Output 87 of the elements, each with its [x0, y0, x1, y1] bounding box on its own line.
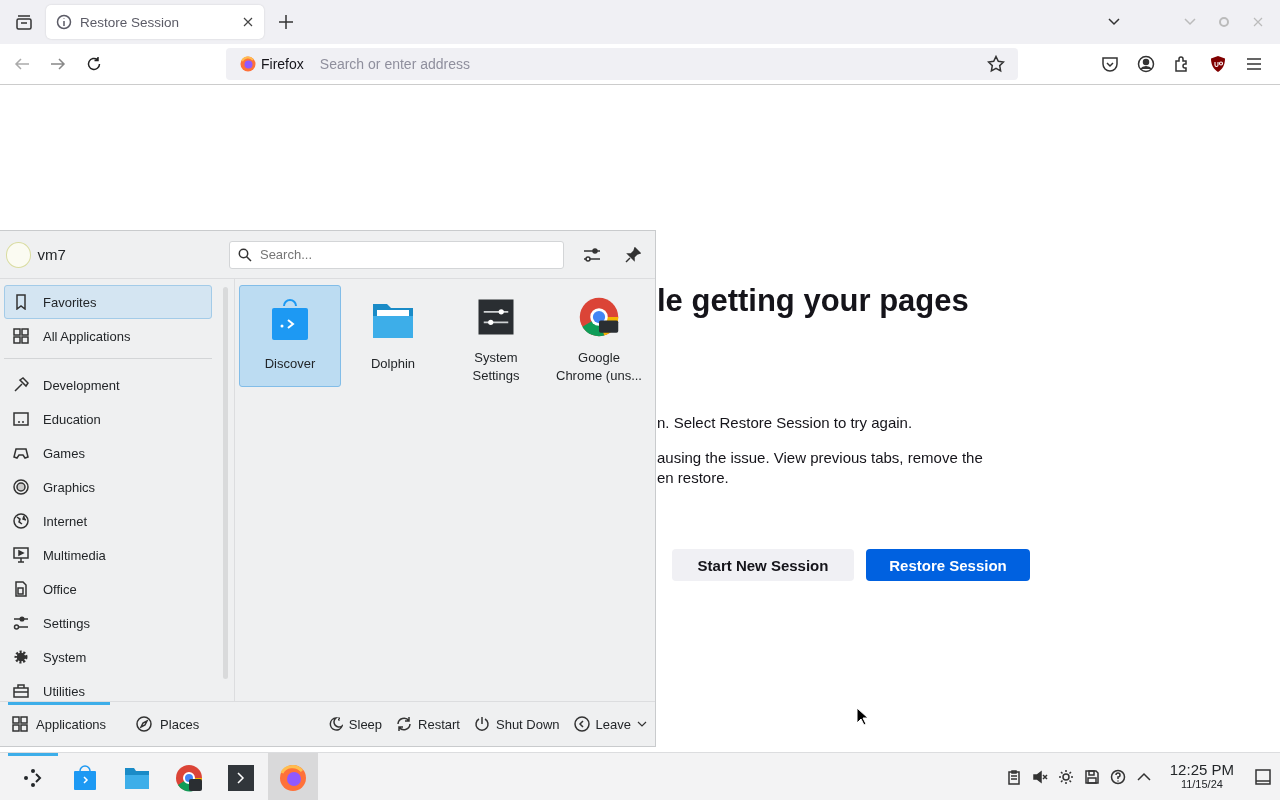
- tray-button[interactable]: [1057, 768, 1074, 785]
- clipboard-icon: [1005, 768, 1022, 785]
- leave-icon: [573, 716, 590, 732]
- restore-session-button[interactable]: Restore Session: [866, 549, 1030, 581]
- help-icon: [1109, 768, 1126, 785]
- close-icon: [1252, 16, 1264, 28]
- clock[interactable]: 12:25 PM 11/15/24: [1169, 762, 1234, 791]
- category-item[interactable]: Utilities: [4, 674, 212, 701]
- toolbox-icon: [13, 683, 29, 699]
- grid-icon: [12, 716, 28, 732]
- screen-icon: [13, 411, 29, 427]
- session-action-button[interactable]: Sleep: [326, 716, 383, 732]
- brightness-icon: [1057, 768, 1074, 785]
- app-tile[interactable]: System Settings: [445, 285, 547, 387]
- gear-icon: [13, 649, 29, 665]
- menu-icon: [1245, 55, 1263, 73]
- footer-tab[interactable]: Places: [132, 702, 204, 746]
- browser-tab[interactable]: Restore Session: [46, 5, 264, 39]
- firefox-logo-icon: [240, 56, 256, 72]
- session-action-button[interactable]: Restart: [396, 716, 460, 732]
- paragraph: ausing the issue. View previous tabs, remove the en restore.: [657, 448, 984, 488]
- tab-list-icon: [15, 14, 33, 30]
- grid-icon: [13, 328, 29, 344]
- account-icon: [1137, 55, 1155, 73]
- category-item[interactable]: Games: [4, 436, 212, 470]
- paragraph: n. Select Restore Session to try again.: [657, 413, 914, 433]
- pin-icon: [625, 246, 642, 263]
- sliders-icon: [13, 615, 29, 631]
- document-icon: [13, 581, 29, 597]
- star-icon: [987, 55, 1005, 73]
- monitor-play-icon: [13, 547, 29, 563]
- browser-logo-icon: [175, 764, 203, 792]
- tray-button[interactable]: [1031, 768, 1048, 785]
- terminal-icon: [227, 764, 255, 792]
- tray-button[interactable]: [1083, 768, 1100, 785]
- forward-arrow-icon: [50, 56, 66, 72]
- hammer-icon: [13, 377, 29, 393]
- category-item[interactable]: Favorites: [4, 285, 212, 319]
- category-item[interactable]: Development: [4, 368, 212, 402]
- firefox-logo-icon: [279, 764, 307, 792]
- identity-button[interactable]: Firefox: [234, 55, 312, 73]
- category-item[interactable]: Internet: [4, 504, 212, 538]
- pocket-icon: [1101, 55, 1119, 73]
- page-heading: le getting your pages: [657, 283, 970, 319]
- globe-icon: [13, 513, 29, 529]
- session-action-button[interactable]: Shut Down: [474, 716, 560, 732]
- shield-icon: [1209, 55, 1227, 73]
- tray-button[interactable]: [1109, 768, 1126, 785]
- muted-speaker-icon: [1031, 768, 1048, 785]
- app-tile[interactable]: Google Chrome (uns...: [548, 285, 650, 387]
- category-item[interactable]: Graphics: [4, 470, 212, 504]
- address-bar[interactable]: Firefox Search or enter address: [226, 48, 1018, 80]
- chevron-down-icon: [637, 720, 647, 728]
- search-icon: [237, 247, 252, 262]
- desktop-icon: [1254, 767, 1272, 786]
- start-new-session-button[interactable]: Start New Session: [672, 549, 854, 581]
- maximize-icon: [1218, 16, 1230, 28]
- show-desktop-button[interactable]: [1254, 767, 1272, 786]
- search-input[interactable]: Search...: [257, 246, 556, 263]
- sliders-icon: [583, 246, 601, 263]
- user-name: vm7: [37, 246, 67, 263]
- minimize-icon: [1183, 17, 1197, 27]
- chevron-down-icon: [1107, 17, 1121, 27]
- restart-icon: [396, 716, 413, 732]
- search-field[interactable]: Search...: [228, 240, 565, 269]
- power-icon: [474, 716, 490, 732]
- tray-button[interactable]: [1005, 768, 1022, 785]
- footer-tab[interactable]: Applications: [8, 702, 111, 746]
- category-item[interactable]: All Applications: [4, 319, 212, 353]
- category-item[interactable]: System: [4, 640, 212, 674]
- info-icon: [56, 14, 72, 30]
- category-item[interactable]: Settings: [4, 606, 212, 640]
- app-tile[interactable]: Dolphin: [342, 285, 444, 387]
- shopping-bag-icon: [71, 764, 99, 792]
- category-item[interactable]: Education: [4, 402, 212, 436]
- compass-icon: [136, 716, 153, 732]
- category-item[interactable]: Multimedia: [4, 538, 212, 572]
- bookmark-icon: [13, 294, 29, 310]
- category-item[interactable]: Office: [4, 572, 212, 606]
- app-tile[interactable]: Discover: [239, 285, 341, 387]
- mouse-cursor-icon: [856, 707, 869, 727]
- reload-icon: [86, 56, 102, 72]
- address-input[interactable]: Search or enter address: [317, 55, 976, 73]
- back-arrow-icon: [14, 56, 30, 72]
- plus-icon: [278, 14, 294, 30]
- session-action-button[interactable]: Leave: [573, 716, 647, 732]
- close-icon: [242, 16, 254, 28]
